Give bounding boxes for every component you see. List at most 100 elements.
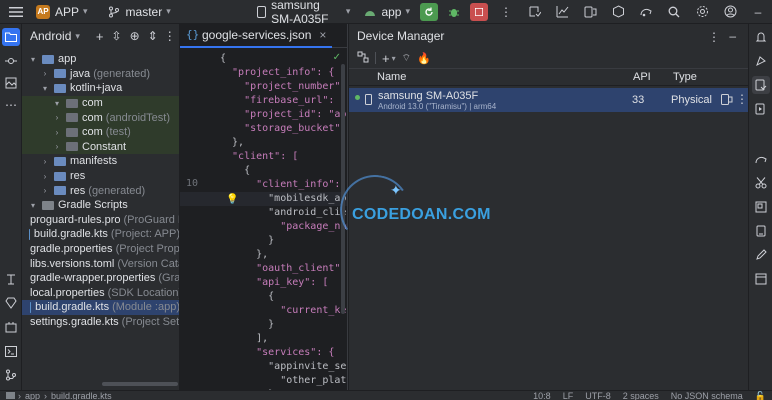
chevron-right-icon[interactable]: › xyxy=(52,142,62,151)
device-row[interactable]: samsung SM-A035F Android 13.0 ("Tiramisu… xyxy=(349,88,748,112)
chevron-down-icon[interactable]: ▾ xyxy=(28,201,38,210)
settings-button[interactable] xyxy=(688,0,716,24)
add-device-icon[interactable]: + xyxy=(382,51,390,66)
tree-item[interactable]: › java (generated) xyxy=(22,67,179,82)
chevron-right-icon[interactable]: › xyxy=(40,157,50,166)
tree-item[interactable]: proguard-rules.pro (ProGuard R xyxy=(22,213,179,228)
line-separator[interactable]: LF xyxy=(557,391,580,400)
project-selector[interactable]: AP APP ▾ xyxy=(32,0,92,24)
device-selector[interactable]: samsung SM-A035F ▾ xyxy=(251,0,357,26)
collapse-all-icon[interactable]: ⇕ xyxy=(148,29,158,43)
chevron-down-icon[interactable]: ▾ xyxy=(392,54,396,63)
tree-item[interactable]: ▾ com xyxy=(22,95,179,111)
project-view-selector[interactable]: Android xyxy=(30,29,71,43)
breadcrumb-item-file[interactable]: build.gradle.kts xyxy=(51,391,112,400)
apply-changes-button[interactable] xyxy=(520,0,548,24)
sdk-manager-button[interactable] xyxy=(604,0,632,24)
pencil-icon[interactable] xyxy=(752,246,770,264)
terminal-icon[interactable] xyxy=(2,342,20,360)
inspection-ok-icon[interactable]: ✓ xyxy=(333,52,341,63)
indent-setting[interactable]: 2 spaces xyxy=(617,391,665,400)
run-config-selector[interactable]: app ▾ xyxy=(356,0,416,24)
minimize-button[interactable]: – xyxy=(744,0,772,24)
lock-icon[interactable]: 🔓 xyxy=(749,391,772,400)
rerun-button[interactable] xyxy=(416,0,442,24)
chevron-right-icon[interactable]: › xyxy=(52,113,62,122)
debug-button[interactable] xyxy=(442,0,466,24)
gradle-sync-button[interactable] xyxy=(632,0,660,24)
tree-item[interactable]: ▾ kotlin+java xyxy=(22,81,179,96)
tree-item[interactable]: › res xyxy=(22,169,179,184)
account-button[interactable] xyxy=(716,0,744,24)
stop-button[interactable] xyxy=(466,0,492,24)
tree-item[interactable]: › manifests xyxy=(22,154,179,169)
build-tool-icon[interactable] xyxy=(2,270,20,288)
caret-position[interactable]: 10:8 xyxy=(527,391,557,400)
column-name[interactable]: Name xyxy=(377,71,633,83)
gem-icon[interactable] xyxy=(2,294,20,312)
running-devices-icon[interactable] xyxy=(752,100,770,118)
tree-item[interactable]: ▾ app xyxy=(22,52,179,67)
gemini-icon[interactable] xyxy=(752,52,770,70)
column-type[interactable]: Type xyxy=(673,71,733,83)
chevron-right-icon[interactable]: › xyxy=(40,172,50,181)
chevron-down-icon[interactable]: ▾ xyxy=(28,55,38,64)
version-control-icon[interactable] xyxy=(2,366,20,384)
tree-item[interactable]: settings.gradle.kts (Project Sett xyxy=(22,315,179,330)
wifi-pairing-icon[interactable]: ⌔ xyxy=(402,52,411,65)
window-icon[interactable] xyxy=(752,270,770,288)
tree-item[interactable]: local.properties (SDK Location) xyxy=(22,286,179,301)
tree-item[interactable]: gradle-wrapper.properties (Gra xyxy=(22,271,179,286)
profiler-button[interactable] xyxy=(548,0,576,24)
lightbulb-icon[interactable]: 💡 xyxy=(226,194,238,205)
scissors-icon[interactable] xyxy=(752,174,770,192)
more-vertical-icon[interactable]: ⋮ xyxy=(736,92,748,106)
chevron-right-icon[interactable]: › xyxy=(52,128,62,137)
device-manager-tool-icon[interactable] xyxy=(752,76,770,94)
layout-inspector-icon[interactable] xyxy=(752,198,770,216)
tree-item[interactable]: › Constant xyxy=(22,139,179,155)
tree-item[interactable]: › com (androidTest) xyxy=(22,110,179,125)
horizontal-scrollbar[interactable] xyxy=(102,382,178,386)
more-tools-icon[interactable]: ⋯ xyxy=(2,96,20,114)
chevron-down-icon[interactable]: ▾ xyxy=(40,84,50,93)
tree-item[interactable]: › res (generated) xyxy=(22,183,179,198)
more-actions-button[interactable]: ⋮ xyxy=(492,0,520,24)
hide-panel-icon[interactable]: – xyxy=(729,29,736,43)
tree-item[interactable]: gradle.properties (Project Prope xyxy=(22,242,179,257)
tree-item[interactable]: › com (test) xyxy=(22,125,179,140)
device-mirror-icon[interactable] xyxy=(721,94,733,108)
locate-icon[interactable]: ⊕ xyxy=(130,29,140,43)
tab-google-services-json[interactable]: {} google-services.json × xyxy=(180,24,333,48)
device-mirror-button[interactable] xyxy=(576,0,604,24)
notifications-icon[interactable] xyxy=(752,28,770,46)
more-vertical-icon[interactable]: ⋮ xyxy=(164,29,176,43)
branch-selector[interactable]: master ▾ xyxy=(92,0,179,24)
main-menu-button[interactable] xyxy=(0,0,32,24)
editor-vertical-scrollbar[interactable] xyxy=(341,64,345,314)
close-icon[interactable]: × xyxy=(319,28,326,42)
code-area[interactable]: { "project_info": { "project_number": "2… xyxy=(220,48,347,390)
project-tool-icon[interactable] xyxy=(2,28,20,46)
json-schema[interactable]: No JSON schema xyxy=(665,391,749,400)
add-icon[interactable]: + xyxy=(96,29,104,44)
expand-icon[interactable]: ⇳ xyxy=(112,29,122,43)
chevron-right-icon[interactable]: › xyxy=(40,186,50,195)
chevron-down-icon[interactable]: ▾ xyxy=(52,99,62,108)
tree-item[interactable]: libs.versions.toml (Version Cata xyxy=(22,256,179,271)
more-vertical-icon[interactable]: ⋮ xyxy=(708,30,720,44)
pair-devices-icon[interactable] xyxy=(357,51,369,66)
resource-manager-icon[interactable] xyxy=(2,74,20,92)
breadcrumb-item-app[interactable]: app xyxy=(25,391,40,400)
firebase-icon[interactable]: 🔥 xyxy=(417,52,431,65)
commit-tool-icon[interactable] xyxy=(2,52,20,70)
app-inspection-icon[interactable] xyxy=(2,318,20,336)
search-button[interactable] xyxy=(660,0,688,24)
tree-item[interactable]: ▾ Gradle Scripts xyxy=(22,198,179,213)
chevron-right-icon[interactable]: › xyxy=(40,69,50,78)
file-encoding[interactable]: UTF-8 xyxy=(579,391,617,400)
emulator-icon[interactable] xyxy=(752,222,770,240)
tree-item[interactable]: build.gradle.kts (Project: APP) xyxy=(22,227,179,242)
tree-item[interactable]: build.gradle.kts (Module :app) xyxy=(22,300,179,315)
column-api[interactable]: API xyxy=(633,71,673,83)
